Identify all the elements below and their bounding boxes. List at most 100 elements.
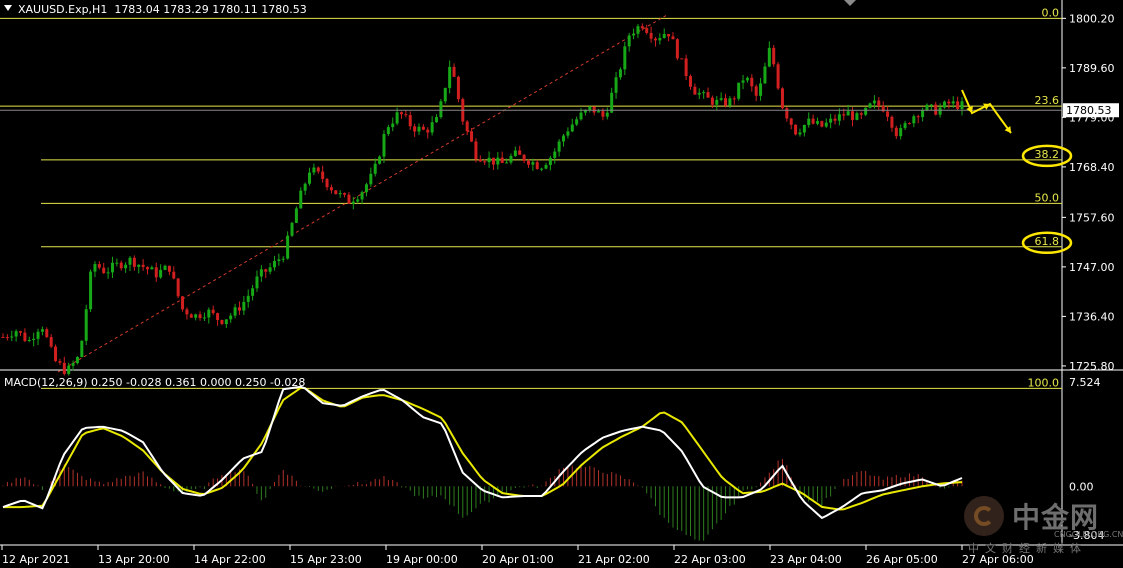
candle-body (754, 86, 758, 96)
candle-body (159, 269, 163, 278)
candle (417, 123, 421, 135)
candle (84, 304, 88, 346)
candle (277, 253, 281, 266)
candle (373, 158, 377, 177)
candle (960, 97, 964, 116)
chart-svg[interactable]: 0.0 23.6 38.2 50.0 61.8 100.0 1800.20 1789.60 1… (0, 0, 1123, 568)
candle-body (211, 309, 215, 314)
candle (399, 111, 403, 119)
candle-body (531, 162, 535, 165)
candle (251, 285, 255, 301)
candle (49, 334, 53, 349)
candle (859, 111, 863, 120)
candle-body (154, 267, 158, 278)
candle-body (719, 98, 723, 100)
candle-body (378, 156, 382, 164)
candle-body (645, 28, 649, 33)
candle (745, 76, 749, 83)
candle-body (505, 162, 509, 164)
candle-body (325, 178, 329, 188)
candle (868, 102, 872, 109)
candle-body (671, 36, 675, 40)
candle (45, 327, 49, 339)
candle (811, 114, 815, 125)
candle-body (5, 337, 9, 339)
candle-body (518, 150, 522, 155)
candle-body (868, 103, 872, 108)
candle-body (356, 199, 360, 202)
candle-body (382, 134, 386, 157)
candle (443, 87, 447, 104)
candle (128, 256, 132, 271)
candle (470, 127, 474, 143)
candle-body (513, 150, 517, 156)
candle-body (684, 58, 688, 77)
time-tick-label: 20 Apr 01:00 (482, 553, 554, 566)
candle (185, 307, 189, 320)
candle-body (277, 259, 281, 262)
price-tick-label: 1789.60 (1069, 62, 1115, 75)
candle (194, 313, 198, 321)
candle-body (794, 124, 798, 135)
candle-body (951, 101, 955, 104)
candle-body (728, 98, 732, 106)
candle (907, 122, 911, 125)
candle-body (614, 77, 618, 93)
candle-body (636, 26, 640, 34)
candle (886, 106, 890, 122)
candle (715, 96, 719, 110)
candle-body (19, 331, 23, 333)
brand-logo-icon (964, 496, 1004, 536)
candle (216, 312, 220, 326)
candle-body (272, 261, 276, 268)
candle-body (312, 167, 316, 173)
candle (102, 262, 106, 274)
candle-body (597, 111, 601, 113)
candle-body (255, 276, 259, 289)
candle-body (150, 267, 154, 270)
candle (693, 83, 697, 95)
candle-body (303, 183, 307, 191)
candle (684, 54, 688, 81)
candle-body (364, 184, 368, 193)
candle (824, 118, 828, 128)
candle-body (942, 101, 946, 108)
candle-body (343, 193, 347, 195)
candle (259, 265, 263, 282)
candle-body (80, 340, 84, 357)
candle (640, 23, 644, 31)
candle (334, 190, 338, 195)
candle (689, 74, 693, 90)
candle-body (509, 155, 513, 163)
candle-body (772, 47, 776, 65)
candle (623, 41, 627, 76)
candle-body (329, 187, 333, 191)
candle (815, 117, 819, 126)
candle (338, 190, 342, 198)
chart-area[interactable]: 0.0 23.6 38.2 50.0 61.8 100.0 1800.20 1789.60 1… (0, 0, 1123, 568)
candle-body (264, 269, 268, 272)
candle (837, 108, 841, 126)
candle-body (421, 126, 425, 130)
candle-body (391, 123, 395, 128)
time-tick-label: 22 Apr 03:00 (674, 553, 746, 566)
candle (820, 120, 824, 128)
candle (89, 269, 93, 313)
candle (789, 117, 793, 130)
time-tick-label: 23 Apr 04:00 (770, 553, 842, 566)
candle-body (369, 173, 373, 185)
candle (224, 319, 228, 328)
candle-body (395, 112, 399, 124)
candle (763, 62, 767, 84)
candle-body (662, 34, 666, 39)
dropdown-triangle-icon[interactable] (4, 5, 12, 11)
macd-info: MACD(12,26,9) 0.250 -0.028 0.361 0.000 0… (4, 376, 306, 389)
candle (802, 124, 806, 137)
candle-body (689, 76, 693, 87)
candle (237, 301, 241, 315)
candle-body (829, 118, 833, 123)
candle-body (877, 100, 881, 106)
candle-body (618, 69, 622, 78)
candle-body (286, 235, 290, 259)
candle-body (864, 107, 868, 115)
